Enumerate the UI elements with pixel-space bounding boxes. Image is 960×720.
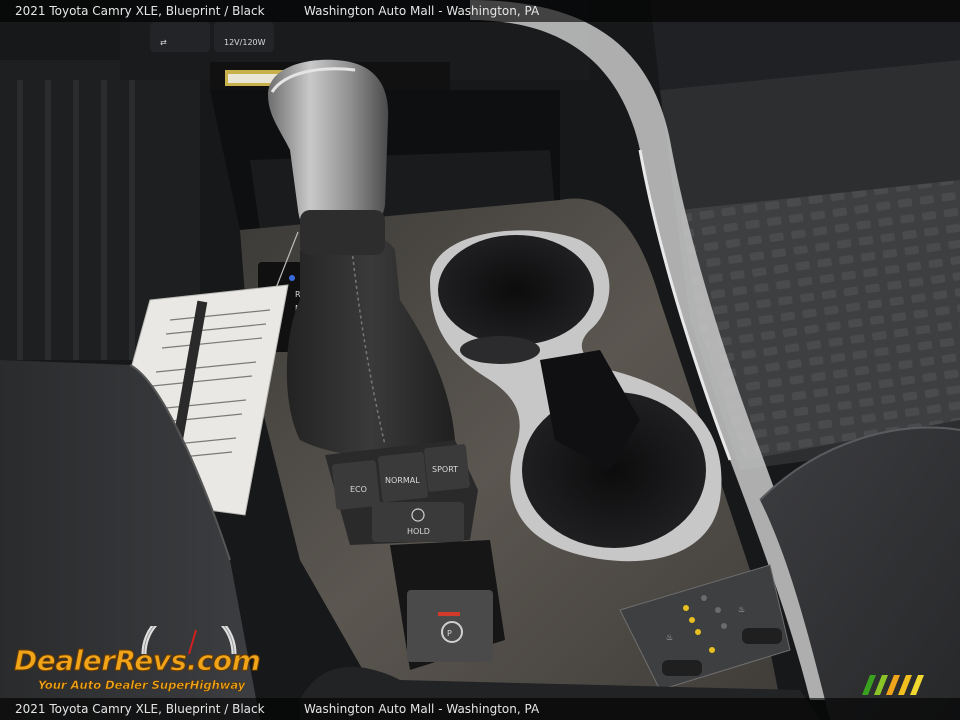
right-seat-heater-button[interactable] <box>742 628 782 644</box>
sport-label: SPORT <box>432 465 458 474</box>
logo-brand-suffix: .com <box>186 644 261 678</box>
dealer-caption: Washington Auto Mall - Washington, PA <box>304 4 540 18</box>
parking-brake-switch[interactable]: P <box>390 540 505 670</box>
logo-tagline: Your Auto Dealer SuperHighway <box>38 678 246 692</box>
left-seat-heater-button[interactable] <box>662 660 702 676</box>
seat-heat-left-icon: ♨ <box>666 633 673 642</box>
seat-heat-right-icon: ♨ <box>738 605 745 614</box>
power-outlet-label: 12V/120W <box>224 38 266 47</box>
caption-bar-bottom: 2021 Toyota Camry XLE, Blueprint / Black… <box>0 698 960 720</box>
console-photo: ⇄ 12V/120W R N D <box>0 0 960 720</box>
vehicle-caption: 2021 Toyota Camry XLE, Blueprint / Black <box>15 4 265 18</box>
drive-mode-panel: ECO NORMAL SPORT HOLD <box>325 440 478 545</box>
hold-label: HOLD <box>407 527 430 536</box>
svg-text:P: P <box>447 629 452 638</box>
normal-button[interactable]: NORMAL <box>378 452 429 503</box>
eco-button[interactable]: ECO <box>332 460 381 510</box>
dealerrevs-watermark: DealerRevs.com Your Auto Dealer SuperHig… <box>14 626 264 696</box>
brake-hold-button[interactable]: HOLD <box>372 502 464 542</box>
dealer-caption-bottom: Washington Auto Mall - Washington, PA <box>304 702 540 716</box>
vehicle-caption-bottom: 2021 Toyota Camry XLE, Blueprint / Black <box>15 702 265 716</box>
normal-label: NORMAL <box>385 476 420 485</box>
logo-brand-word: DealerRevs <box>14 644 188 678</box>
stripes-logo-icon <box>862 675 924 695</box>
caption-bar-top: 2021 Toyota Camry XLE, Blueprint / Black… <box>0 0 960 22</box>
eco-label: ECO <box>350 485 367 494</box>
svg-text:⇄: ⇄ <box>160 38 167 47</box>
sport-button[interactable]: SPORT <box>424 444 470 492</box>
